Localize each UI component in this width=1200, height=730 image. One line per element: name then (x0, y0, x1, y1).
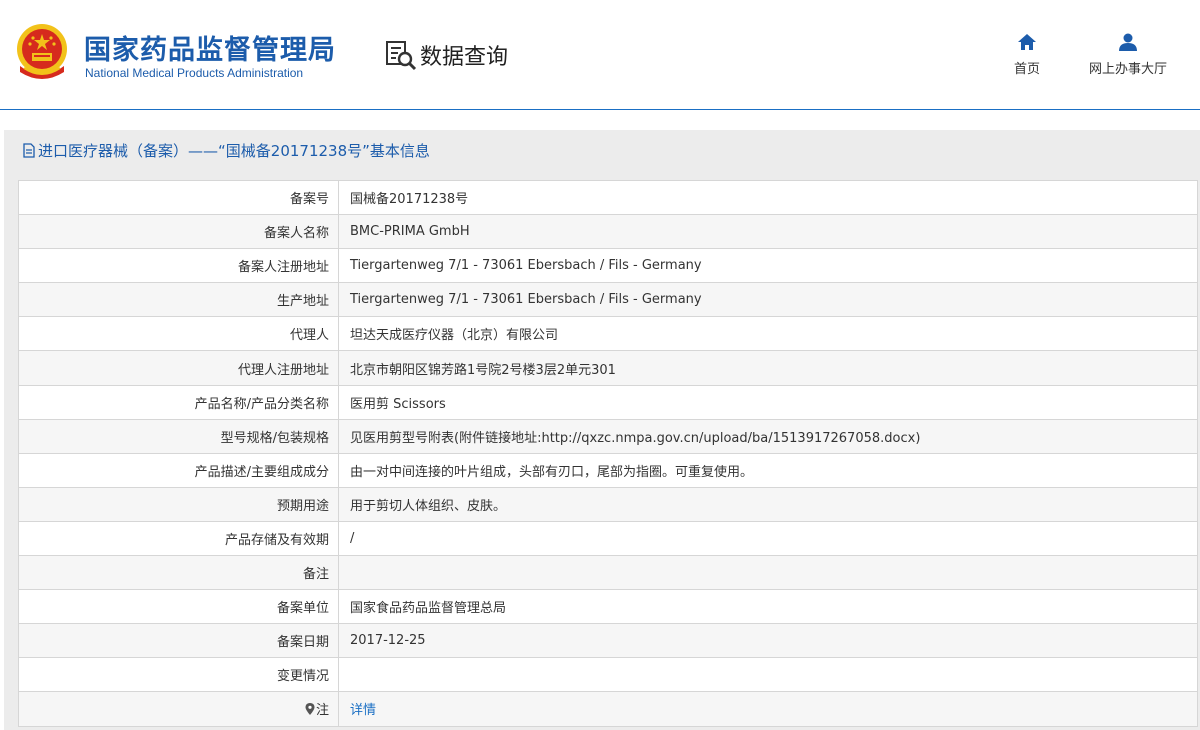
field-value (338, 657, 1198, 693)
data-query-link[interactable]: 数据查询 (384, 38, 508, 72)
note-value-cell: 详情 (338, 691, 1198, 727)
field-value: BMC-PRIMA GmbH (338, 214, 1198, 250)
field-value: 医用剪 Scissors (338, 384, 1198, 420)
info-panel: 进口医疗器械（备案）——“国械备20171238号”基本信息 备案号 国械备20… (4, 130, 1200, 730)
table-row: 产品名称/产品分类名称 医用剪 Scissors (18, 384, 1198, 420)
field-label: 备案人名称 (18, 214, 339, 250)
field-label: 代理人注册地址 (18, 350, 339, 386)
field-label: 备案人注册地址 (18, 248, 339, 284)
field-label: 备案号 (18, 179, 339, 216)
panel-title-text: 进口医疗器械（备案）——“国械备20171238号”基本信息 (38, 141, 430, 160)
field-value: 国家食品药品监督管理总局 (338, 589, 1198, 625)
table-row: 备案单位 国家食品药品监督管理总局 (18, 589, 1198, 625)
table-row: 代理人 坦达天成医疗仪器（北京）有限公司 (18, 316, 1198, 352)
field-label: 产品描述/主要组成成分 (18, 452, 339, 488)
field-label: 产品存储及有效期 (18, 520, 339, 557)
field-label: 产品名称/产品分类名称 (18, 384, 339, 420)
nav-home-label: 首页 (1013, 62, 1040, 77)
home-icon (1018, 34, 1036, 50)
field-value: 由一对中间连接的叶片组成，头部有刃口，尾部为指圈。可重复使用。 (338, 452, 1198, 488)
panel-title: 进口医疗器械（备案）——“国械备20171238号”基本信息 (22, 140, 430, 160)
table-row: 产品描述/主要组成成分 由一对中间连接的叶片组成，头部有刃口，尾部为指圈。可重复… (18, 452, 1198, 488)
national-emblem-icon (17, 24, 67, 79)
field-label: 备案单位 (18, 589, 339, 625)
field-value: Tiergartenweg 7/1 - 73061 Ebersbach / Fi… (338, 282, 1198, 318)
table-row: 型号规格/包装规格 见医用剪型号附表(附件链接地址:http://qxzc.nm… (18, 418, 1198, 454)
table-row: 备案人注册地址 Tiergartenweg 7/1 - 73061 Ebersb… (18, 248, 1198, 284)
field-label: 备案日期 (18, 623, 339, 659)
table-row: 变更情况 (18, 657, 1198, 693)
table-row: 代理人注册地址 北京市朝阳区锦芳路1号院2号楼3层2单元301 (18, 350, 1198, 386)
field-label: 变更情况 (18, 657, 339, 693)
field-value: 用于剪切人体组织、皮肤。 (338, 486, 1198, 522)
user-icon (1119, 33, 1137, 51)
field-label: 生产地址 (18, 282, 339, 318)
note-label-cell: 注 (18, 691, 339, 727)
data-query-label: 数据查询 (420, 45, 509, 70)
nav-online-hall[interactable]: 网上办事大厅 (1080, 32, 1176, 77)
table-row: 产品存储及有效期 / (18, 520, 1198, 557)
field-value: 坦达天成医疗仪器（北京）有限公司 (338, 316, 1198, 352)
note-label: 注 (315, 703, 329, 719)
field-value: Tiergartenweg 7/1 - 73061 Ebersbach / Fi… (338, 248, 1198, 284)
table-row: 生产地址 Tiergartenweg 7/1 - 73061 Ebersbach… (18, 282, 1198, 318)
site-header: 国家药品监督管理局 National Medical Products Admi… (0, 0, 1200, 110)
field-value (338, 555, 1198, 591)
org-name-cn: 国家药品监督管理局 (84, 35, 336, 66)
field-value: 国械备20171238号 (338, 179, 1198, 216)
field-value: / (338, 520, 1198, 557)
nav-online-hall-label: 网上办事大厅 (1088, 62, 1167, 77)
table-row: 备案日期 2017-12-25 (18, 623, 1198, 659)
document-search-icon (386, 41, 417, 71)
table-row: 预期用途 用于剪切人体组织、皮肤。 (18, 486, 1198, 522)
field-value: 北京市朝阳区锦芳路1号院2号楼3层2单元301 (338, 350, 1198, 386)
field-value: 2017-12-25 (338, 623, 1198, 659)
table-row-note: 注 详情 (18, 691, 1198, 727)
field-label: 备注 (18, 555, 339, 591)
table-row: 备案人名称 BMC-PRIMA GmbH (18, 214, 1198, 250)
document-icon (23, 142, 35, 158)
nav-home[interactable]: 首页 (1008, 32, 1046, 77)
table-row: 备案号 国械备20171238号 (18, 179, 1198, 216)
field-value: 见医用剪型号附表(附件链接地址:http://qxzc.nmpa.gov.cn/… (338, 418, 1198, 454)
details-link[interactable]: 详情 (350, 703, 376, 718)
org-name-en: National Medical Products Administration (85, 66, 304, 80)
field-label: 预期用途 (18, 486, 339, 522)
table-row: 备注 (18, 555, 1198, 591)
field-label: 型号规格/包装规格 (18, 418, 339, 454)
record-table: 备案号 国械备20171238号 备案人名称 BMC-PRIMA GmbH 备案… (18, 179, 1198, 727)
map-pin-icon (305, 703, 315, 716)
field-label: 代理人 (18, 316, 339, 352)
